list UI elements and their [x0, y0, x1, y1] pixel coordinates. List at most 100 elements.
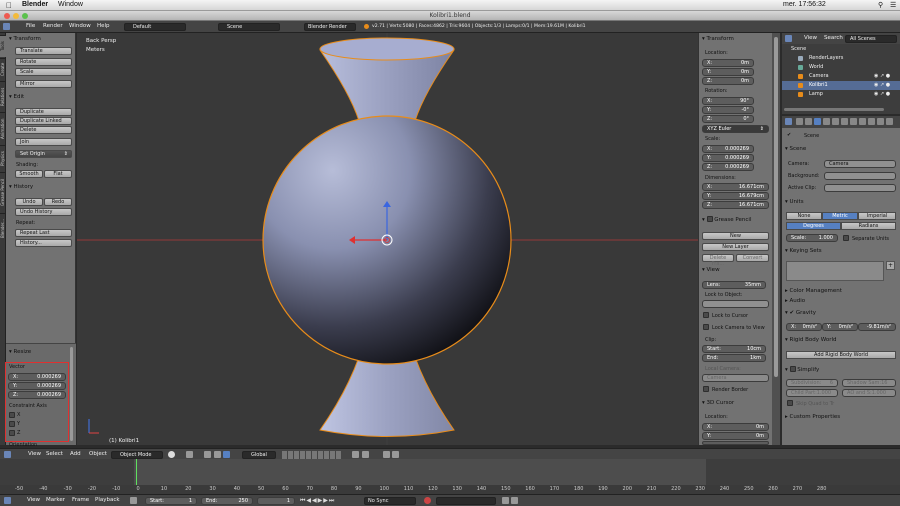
menu-render[interactable]: Render — [43, 23, 63, 29]
gravity-x-field[interactable]: X: 0m/s² — [786, 323, 822, 331]
rot-x-field[interactable]: X: 90° — [702, 97, 754, 105]
translate-manip-icon[interactable] — [214, 451, 221, 458]
tl-playback-menu[interactable]: Playback — [95, 497, 120, 503]
cursor-y-field[interactable]: Y: 0m — [702, 432, 769, 440]
dim-y-field[interactable]: Y: 16.679cm — [702, 192, 769, 200]
3d-viewport[interactable]: Back Persp Meters (1) Kolibri1 — [77, 33, 698, 445]
outliner-camera[interactable]: Camera — [809, 73, 829, 79]
outliner-display-select[interactable]: All Scenes — [845, 35, 897, 43]
loc-y-field[interactable]: Y: 0m — [702, 68, 754, 76]
tl-range-icon[interactable] — [130, 497, 137, 504]
undo-button[interactable]: Undo — [15, 198, 43, 206]
add-keying-icon[interactable]: + — [886, 261, 895, 270]
vp-object-menu[interactable]: Object — [89, 451, 107, 457]
render-engine-select[interactable]: Blender Render — [304, 23, 356, 31]
clip-end-field[interactable]: End: 1km — [702, 354, 766, 362]
n-panel-scrollbar[interactable] — [772, 33, 780, 445]
bottom-cone[interactable] — [319, 356, 455, 437]
add-rigid-body-button[interactable]: Add Rigid Body World — [786, 351, 896, 359]
smooth-button[interactable]: Smooth — [15, 170, 43, 178]
delete-key-icon[interactable] — [511, 497, 518, 504]
close-icon[interactable] — [4, 13, 10, 19]
local-camera-field[interactable]: Camera — [702, 374, 769, 382]
duplicate-button[interactable]: Duplicate — [15, 108, 72, 116]
simplify-header[interactable]: ▾ Simplify — [785, 365, 819, 373]
menu-window[interactable]: Window — [69, 23, 91, 29]
outliner-search-menu[interactable]: Search — [824, 35, 843, 41]
outliner-scene[interactable]: Scene — [791, 46, 806, 52]
color-management-header[interactable]: ▸ Color Management — [785, 288, 842, 294]
top-cone-cap[interactable] — [319, 37, 455, 61]
child-particles-field[interactable]: Child Part:1.000 — [786, 389, 838, 397]
editor-type-icon[interactable] — [3, 23, 10, 30]
custom-properties-header[interactable]: ▸ Custom Properties — [785, 414, 840, 420]
ao-sss-field[interactable]: AO and S:1.000 — [842, 389, 896, 397]
scene-tab-icon[interactable] — [814, 118, 821, 125]
degrees-button[interactable]: Degrees — [786, 222, 841, 230]
resize-z-field[interactable]: Z: 0.000269 — [8, 391, 66, 399]
grease-pencil-header[interactable]: ▾ Grease Pencil — [702, 215, 752, 223]
sync-select[interactable]: No Sync — [364, 497, 416, 505]
translate-button[interactable]: Translate — [15, 47, 72, 55]
apple-icon[interactable]:  — [6, 1, 12, 10]
lock-icon[interactable] — [352, 451, 359, 458]
lens-field[interactable]: Lens: 35mm — [702, 281, 766, 289]
unit-scale-field[interactable]: Scale: 1.000 — [786, 234, 838, 242]
end-frame-field[interactable]: End: 250 — [201, 497, 253, 505]
view-panel-header[interactable]: ▾ View — [702, 267, 720, 273]
screen-selector[interactable]: Default — [124, 23, 186, 31]
resize-x-field[interactable]: X: 0.000269 — [8, 373, 66, 381]
vp-select-menu[interactable]: Select — [46, 451, 63, 457]
insert-key-icon[interactable] — [502, 497, 509, 504]
spotlight-icon[interactable]: ⚲ — [878, 1, 883, 9]
units-imperial-button[interactable]: Imperial — [858, 212, 896, 220]
rotation-mode-select[interactable]: XYZ Euler ⇕ — [702, 125, 769, 133]
snap-icon[interactable] — [362, 451, 369, 458]
outliner-editor-icon[interactable] — [785, 35, 792, 42]
constraints-tab-icon[interactable] — [841, 118, 848, 125]
scale-x-field[interactable]: X: 0.000269 — [702, 145, 754, 153]
visibility-icons[interactable]: ◉ ↗ ● — [874, 73, 890, 79]
physics-tab-icon[interactable] — [886, 118, 893, 125]
record-icon[interactable] — [424, 497, 431, 504]
background-field[interactable] — [824, 172, 896, 180]
render-tab-icon[interactable] — [796, 118, 803, 125]
units-none-button[interactable]: None — [786, 212, 822, 220]
vp-view-menu[interactable]: View — [28, 451, 41, 457]
scale-button[interactable]: Scale — [15, 68, 72, 76]
rotate-manip-icon[interactable] — [223, 451, 230, 458]
constraint-x-checkbox[interactable] — [9, 412, 15, 418]
outliner-renderlayers[interactable]: RenderLayers — [809, 55, 843, 61]
keying-set-field[interactable] — [436, 497, 496, 505]
layers-grid[interactable] — [282, 451, 342, 459]
current-frame-field[interactable]: 1 — [257, 497, 295, 505]
timeline[interactable] — [0, 459, 900, 485]
undo-history-button[interactable]: Undo History — [15, 208, 72, 216]
loc-z-field[interactable]: Z: 0m — [702, 77, 754, 85]
rigid-body-header[interactable]: ▾ Rigid Body World — [785, 337, 837, 343]
app-menu[interactable]: Blender — [22, 1, 48, 8]
visibility-icons-kolibri[interactable]: ◉ ↗ ● — [874, 82, 890, 88]
window-menu[interactable]: Window — [58, 1, 83, 8]
visibility-icons-lamp[interactable]: ◉ ↗ ● — [874, 91, 890, 97]
loc-x-field[interactable]: X: 0m — [702, 59, 754, 67]
join-button[interactable]: Join — [15, 138, 72, 146]
new-layer-button[interactable]: New Layer — [702, 243, 769, 251]
units-metric-button[interactable]: Metric — [822, 212, 858, 220]
keying-sets-header[interactable]: ▾ Keying Sets — [785, 248, 822, 254]
layers-tab-icon[interactable] — [805, 118, 812, 125]
rotate-button[interactable]: Rotate — [15, 58, 72, 66]
lock-object-field[interactable] — [702, 300, 769, 308]
gravity-z-field[interactable]: -9.81m/s² — [858, 323, 896, 331]
n-transform-header[interactable]: ▾ Transform — [702, 36, 734, 42]
outliner-world[interactable]: World — [809, 64, 823, 70]
resize-y-field[interactable]: Y: 0.000269 — [8, 382, 66, 390]
outliner-kolibri1[interactable]: Kolibri1 — [809, 82, 828, 88]
radians-button[interactable]: Radians — [841, 222, 896, 230]
set-origin-button[interactable]: Set Origin ⇕ — [15, 150, 72, 158]
object-tab-icon[interactable] — [832, 118, 839, 125]
keying-sets-list[interactable] — [786, 261, 884, 281]
audio-header[interactable]: ▸ Audio — [785, 298, 805, 304]
render-icon[interactable] — [383, 451, 390, 458]
repeat-last-button[interactable]: Repeat Last — [15, 229, 72, 237]
